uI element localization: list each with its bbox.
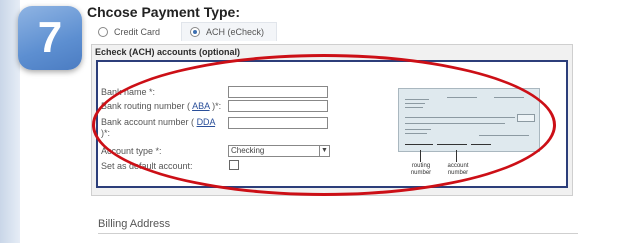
payment-type-title: Chcose Payment Type:	[87, 4, 241, 20]
billing-divider	[98, 233, 578, 234]
radio-label-ach: ACH (eCheck)	[206, 27, 265, 37]
billing-address-heading: Billing Address	[98, 218, 171, 230]
radio-credit-card[interactable]: Credit Card	[98, 27, 160, 37]
radio-button-selected-icon[interactable]	[190, 27, 201, 37]
red-highlight-oval	[92, 54, 556, 196]
step-number-badge: 7	[18, 6, 82, 70]
radio-label-credit-card: Credit Card	[114, 27, 161, 37]
radio-ach-echeck[interactable]: ACH (eCheck)	[190, 27, 264, 37]
radio-button-icon[interactable]	[98, 27, 108, 37]
payment-type-radio-group: Credit Card ACH (eCheck)	[98, 27, 294, 37]
left-gradient-strip	[0, 0, 20, 243]
